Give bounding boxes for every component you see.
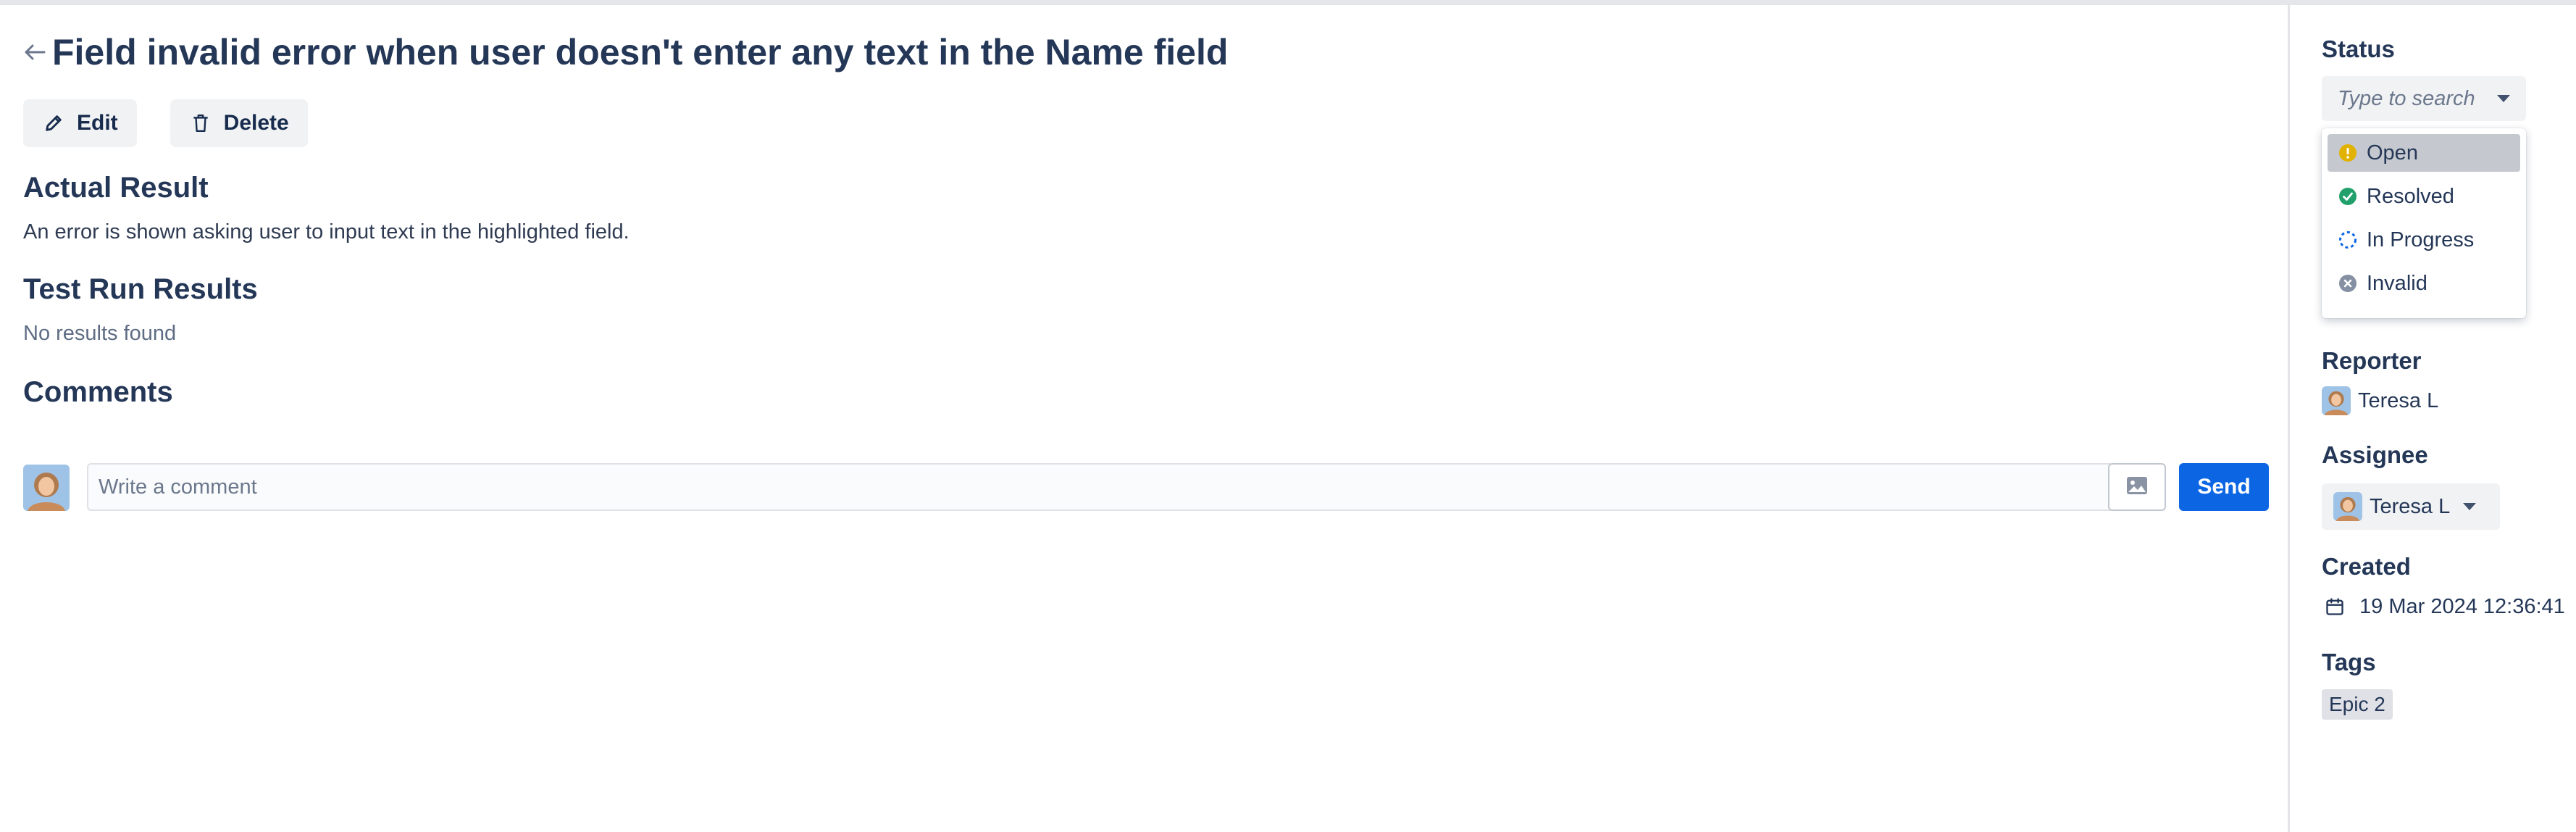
assignee-name: Teresa L [2370, 494, 2451, 518]
issue-actions: Edit Delete [23, 99, 308, 147]
reporter-avatar [2322, 386, 2351, 415]
status-option-label: Resolved [2367, 184, 2454, 208]
delete-button[interactable]: Delete [170, 99, 308, 147]
chevron-down-icon [2497, 95, 2510, 102]
user-avatar [23, 465, 70, 511]
pencil-icon [42, 112, 65, 135]
tags-label: Tags [2322, 649, 2376, 675]
status-select[interactable]: Type to search [2322, 76, 2526, 121]
issue-title: Field invalid error when user doesn't en… [52, 32, 1229, 72]
trash-icon [189, 112, 212, 135]
assignee-avatar [2333, 492, 2362, 521]
back-arrow-icon[interactable] [22, 39, 48, 65]
warning-circle-icon [2338, 143, 2358, 163]
attach-image-button[interactable] [2108, 463, 2166, 511]
edit-button[interactable]: Edit [23, 99, 137, 147]
check-circle-icon [2338, 186, 2358, 207]
top-border [0, 0, 2576, 5]
created-value: 19 Mar 2024 12:36:41 [2322, 594, 2565, 620]
reporter-label: Reporter [2322, 347, 2422, 374]
status-search-placeholder[interactable]: Type to search [2338, 87, 2488, 111]
actual-result-heading: Actual Result [23, 172, 209, 204]
chevron-down-icon [2463, 503, 2477, 510]
actual-result-text: An error is shown asking user to input t… [23, 220, 630, 244]
reporter-name: Teresa L [2358, 388, 2439, 412]
title-row: Field invalid error when user doesn't en… [22, 27, 1228, 78]
tag-badge[interactable]: Epic 2 [2322, 689, 2393, 720]
test-run-results-heading: Test Run Results [23, 273, 258, 305]
comments-heading: Comments [23, 376, 173, 408]
issue-main-panel: Field invalid error when user doesn't en… [0, 5, 2288, 832]
x-circle-icon [2338, 273, 2358, 294]
status-option-invalid[interactable]: Invalid [2328, 265, 2520, 302]
status-option-in-progress[interactable]: In Progress [2328, 221, 2520, 259]
edit-button-label: Edit [77, 111, 118, 135]
status-option-open[interactable]: Open [2328, 134, 2520, 172]
status-option-resolved[interactable]: Resolved [2328, 178, 2520, 215]
created-date: 19 Mar 2024 12:36:41 [2359, 594, 2565, 618]
comment-input[interactable] [87, 463, 2114, 511]
created-label: Created [2322, 553, 2411, 580]
send-button[interactable]: Send [2179, 463, 2269, 511]
reporter-value: Teresa L [2322, 386, 2438, 415]
assignee-label: Assignee [2322, 441, 2428, 468]
test-run-results-empty: No results found [23, 322, 177, 345]
comment-composer: Send [23, 457, 2269, 515]
image-icon [2126, 476, 2148, 499]
status-dropdown-menu: Open Resolved In Progress Invalid [2322, 128, 2526, 318]
status-option-label: Invalid [2367, 271, 2427, 295]
assignee-select[interactable]: Teresa L [2322, 483, 2500, 530]
status-label: Status [2322, 36, 2395, 62]
progress-dashed-icon [2338, 230, 2358, 250]
calendar-icon [2322, 594, 2348, 620]
issue-details-sidebar: Status Type to search Open Resolved In P… [2290, 5, 2576, 832]
status-option-label: Open [2367, 141, 2418, 165]
delete-button-label: Delete [223, 111, 289, 135]
status-option-label: In Progress [2367, 228, 2475, 251]
